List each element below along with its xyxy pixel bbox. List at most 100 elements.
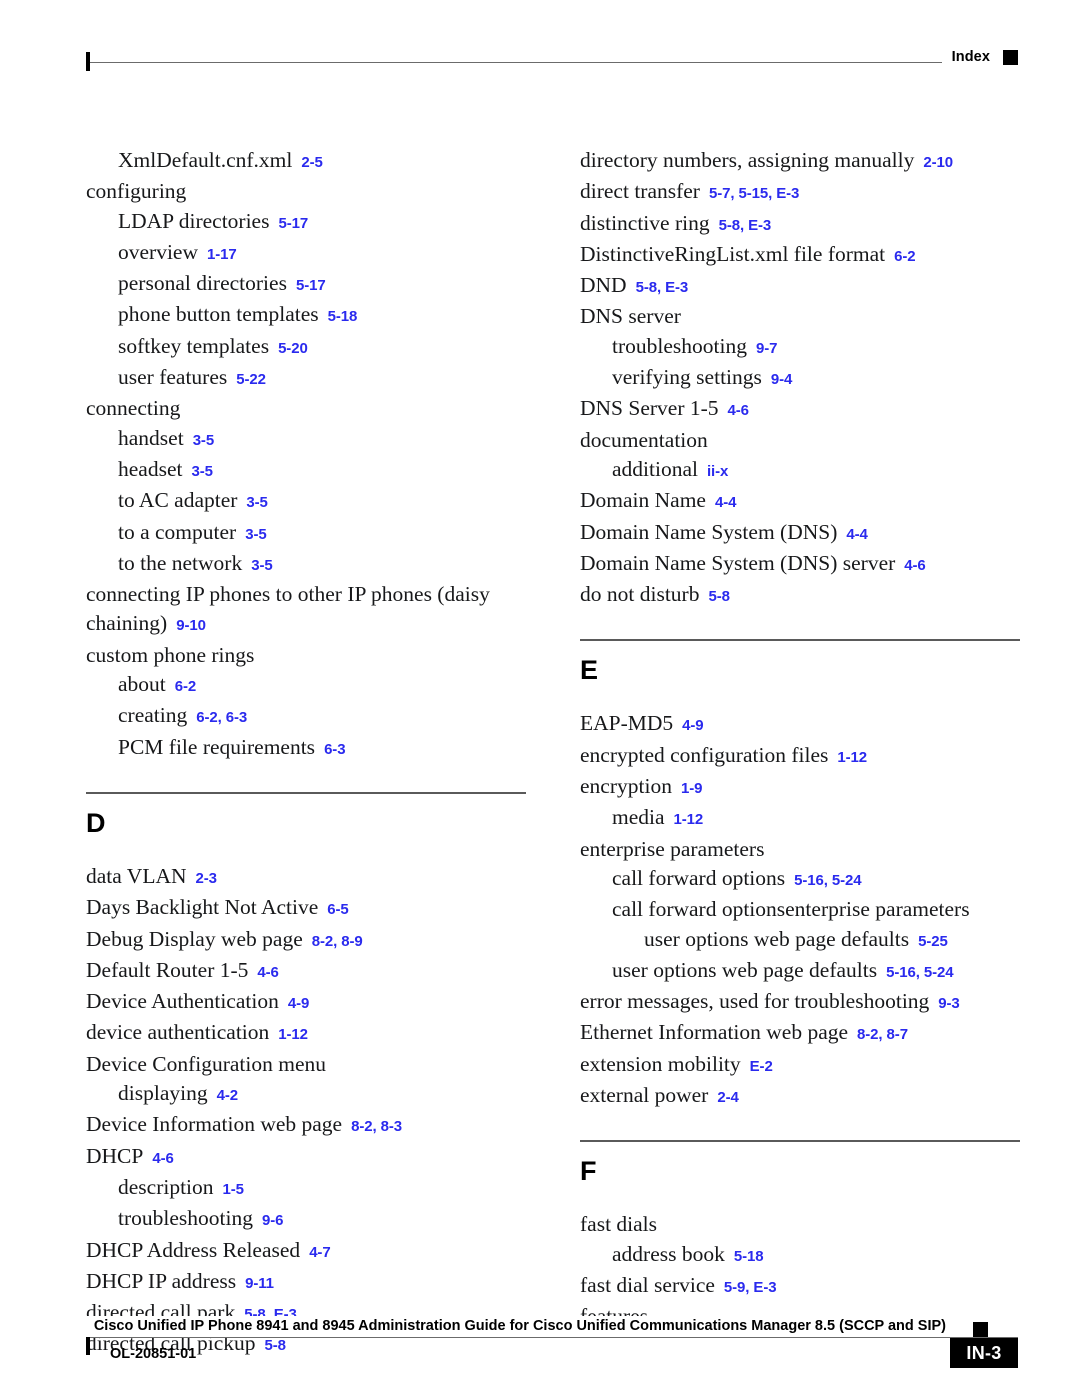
index-entry: Domain Name 4-4 <box>580 486 1020 517</box>
index-page-reference[interactable]: 6-2 <box>175 678 196 695</box>
index-entry-term: Days Backlight Not Active <box>86 895 319 920</box>
index-entry: Device Configuration menu <box>86 1050 526 1079</box>
index-entry-term: connecting IP phones to other IP phones … <box>86 582 490 636</box>
index-entry: DHCP Address Released 4-7 <box>86 1236 526 1267</box>
index-page-reference[interactable]: 5-8, E-3 <box>636 279 689 296</box>
index-page-reference[interactable]: 6-2, 6-3 <box>196 709 247 726</box>
index-entry-term: to AC adapter <box>118 488 238 513</box>
index-entry-term: user options web page defaults <box>644 926 910 951</box>
index-page-reference[interactable]: 9-10 <box>176 617 206 634</box>
index-page-reference[interactable]: 4-9 <box>288 995 309 1012</box>
index-page-reference[interactable]: 6-5 <box>327 901 348 918</box>
index-page-reference[interactable]: 5-18 <box>734 1248 764 1265</box>
index-page-reference[interactable]: 5-9, E-3 <box>724 1279 777 1296</box>
index-entry-term: address book <box>612 1241 725 1266</box>
index-page-reference[interactable]: 3-5 <box>191 463 212 480</box>
index-page-reference[interactable]: 2-3 <box>196 870 217 887</box>
index-page-reference[interactable]: 4-7 <box>309 1244 330 1261</box>
section-divider-rule <box>580 1140 1020 1143</box>
index-entry: displaying 4-2 <box>86 1079 526 1110</box>
index-page-reference[interactable]: 9-7 <box>756 340 777 357</box>
index-entry: XmlDefault.cnf.xml 2-5 <box>86 146 526 177</box>
index-page-reference[interactable]: 4-6 <box>904 557 925 574</box>
index-entry-term: LDAP directories <box>118 208 270 233</box>
index-entry: external power 2-4 <box>580 1081 1020 1112</box>
index-page-reference[interactable]: 5-20 <box>278 340 308 357</box>
index-entry-term: configuring <box>86 179 187 204</box>
index-column-right: directory numbers, assigning manually 2-1… <box>580 146 1020 1332</box>
index-entry: Ethernet Information web page 8-2, 8-7 <box>580 1018 1020 1049</box>
index-entry-term: DHCP IP address <box>86 1268 237 1293</box>
index-entry: Default Router 1-5 4-6 <box>86 956 526 987</box>
index-page-reference[interactable]: 5-17 <box>278 215 308 232</box>
index-page-reference[interactable]: 4-6 <box>728 402 749 419</box>
black-square-marker-icon <box>1003 49 1018 65</box>
index-page-reference[interactable]: 1-12 <box>674 811 704 828</box>
index-entry: troubleshooting 9-7 <box>580 332 1020 363</box>
index-page-reference[interactable]: 5-8 <box>708 588 729 605</box>
index-page-reference[interactable]: 2-10 <box>923 154 953 171</box>
index-page-reference[interactable]: 5-16, 5-24 <box>886 964 953 981</box>
index-page-reference[interactable]: 2-5 <box>301 154 322 171</box>
index-page-reference[interactable]: 8-2, 8-7 <box>857 1026 908 1043</box>
index-entry: encryption 1-9 <box>580 772 1020 803</box>
index-page-reference[interactable]: 5-7, 5-15, E-3 <box>709 185 799 202</box>
index-page-reference[interactable]: 1-12 <box>837 749 867 766</box>
index-page-reference[interactable]: ii-x <box>707 463 728 480</box>
index-page-reference[interactable]: 5-8, E-3 <box>719 217 772 234</box>
index-section-head: E <box>580 639 1020 685</box>
index-entry: DND 5-8, E-3 <box>580 271 1020 302</box>
index-entry-term: call forward options <box>612 865 786 890</box>
index-page-reference[interactable]: 3-5 <box>245 526 266 543</box>
index-entry-term: EAP-MD5 <box>580 711 674 736</box>
index-page-reference[interactable]: 5-18 <box>328 308 358 325</box>
index-page-reference[interactable]: 3-5 <box>246 494 267 511</box>
index-entry-term: user features <box>118 365 228 390</box>
index-page-reference[interactable]: 1-9 <box>681 780 702 797</box>
index-page-reference[interactable]: E-2 <box>750 1058 773 1075</box>
index-page-reference[interactable]: 8-2, 8-9 <box>312 933 363 950</box>
index-page-reference[interactable]: 9-11 <box>245 1275 274 1292</box>
index-page-reference[interactable]: 4-2 <box>217 1087 238 1104</box>
index-entry: Domain Name System (DNS) server 4-6 <box>580 549 1020 580</box>
index-entry-term: troubleshooting <box>612 333 747 358</box>
index-page-reference[interactable]: 4-4 <box>715 494 736 511</box>
index-page-reference[interactable]: 9-6 <box>262 1212 283 1229</box>
index-page-reference[interactable]: 4-6 <box>152 1150 173 1167</box>
index-entry-term: Ethernet Information web page <box>580 1020 849 1045</box>
index-page-reference[interactable]: 3-5 <box>251 557 272 574</box>
index-page-reference[interactable]: 2-4 <box>717 1089 738 1106</box>
index-page-reference[interactable]: 9-4 <box>771 371 792 388</box>
index-page-reference[interactable]: 4-4 <box>846 526 867 543</box>
index-entry-term: fast dial service <box>580 1272 715 1297</box>
index-page-reference[interactable]: 9-3 <box>938 995 959 1012</box>
index-entry: to a computer 3-5 <box>86 518 526 549</box>
index-page-reference[interactable]: 8-2, 8-3 <box>351 1118 402 1135</box>
index-page-reference[interactable]: 4-9 <box>682 717 703 734</box>
index-page-reference[interactable]: 5-25 <box>918 933 948 950</box>
index-entry-term: verifying settings <box>612 365 762 390</box>
index-entry: connecting IP phones to other IP phones … <box>86 580 526 641</box>
index-page-reference[interactable]: 4-6 <box>257 964 278 981</box>
index-column-left: XmlDefault.cnf.xml 2-5 configuring LDAP dir… <box>86 146 526 1361</box>
index-page-reference[interactable]: 5-22 <box>236 371 266 388</box>
index-entry-term: directory numbers, assigning manually <box>580 148 915 172</box>
index-entry-term: encryption <box>580 774 672 799</box>
index-entry: creating 6-2, 6-3 <box>86 701 526 732</box>
index-page-reference[interactable]: 3-5 <box>193 432 214 449</box>
index-entry-term: Device Information web page <box>86 1112 343 1137</box>
index-entry-term: custom phone rings <box>86 642 255 667</box>
index-page-reference[interactable]: 6-2 <box>894 248 915 265</box>
index-page-reference[interactable]: 1-17 <box>207 246 237 263</box>
section-letter: F <box>580 1156 597 1187</box>
index-entry-term: XmlDefault.cnf.xml <box>118 148 293 172</box>
index-entry-term: DND <box>580 273 627 298</box>
index-entry-term: user options web page defaults <box>612 957 878 982</box>
index-entry: Device Authentication 4-9 <box>86 987 526 1018</box>
index-page-reference[interactable]: 6-3 <box>324 741 345 758</box>
index-entry: to the network 3-5 <box>86 549 526 580</box>
index-page-reference[interactable]: 5-16, 5-24 <box>794 872 861 889</box>
index-page-reference[interactable]: 1-5 <box>223 1181 244 1198</box>
index-page-reference[interactable]: 1-12 <box>278 1026 308 1043</box>
index-page-reference[interactable]: 5-17 <box>296 277 326 294</box>
